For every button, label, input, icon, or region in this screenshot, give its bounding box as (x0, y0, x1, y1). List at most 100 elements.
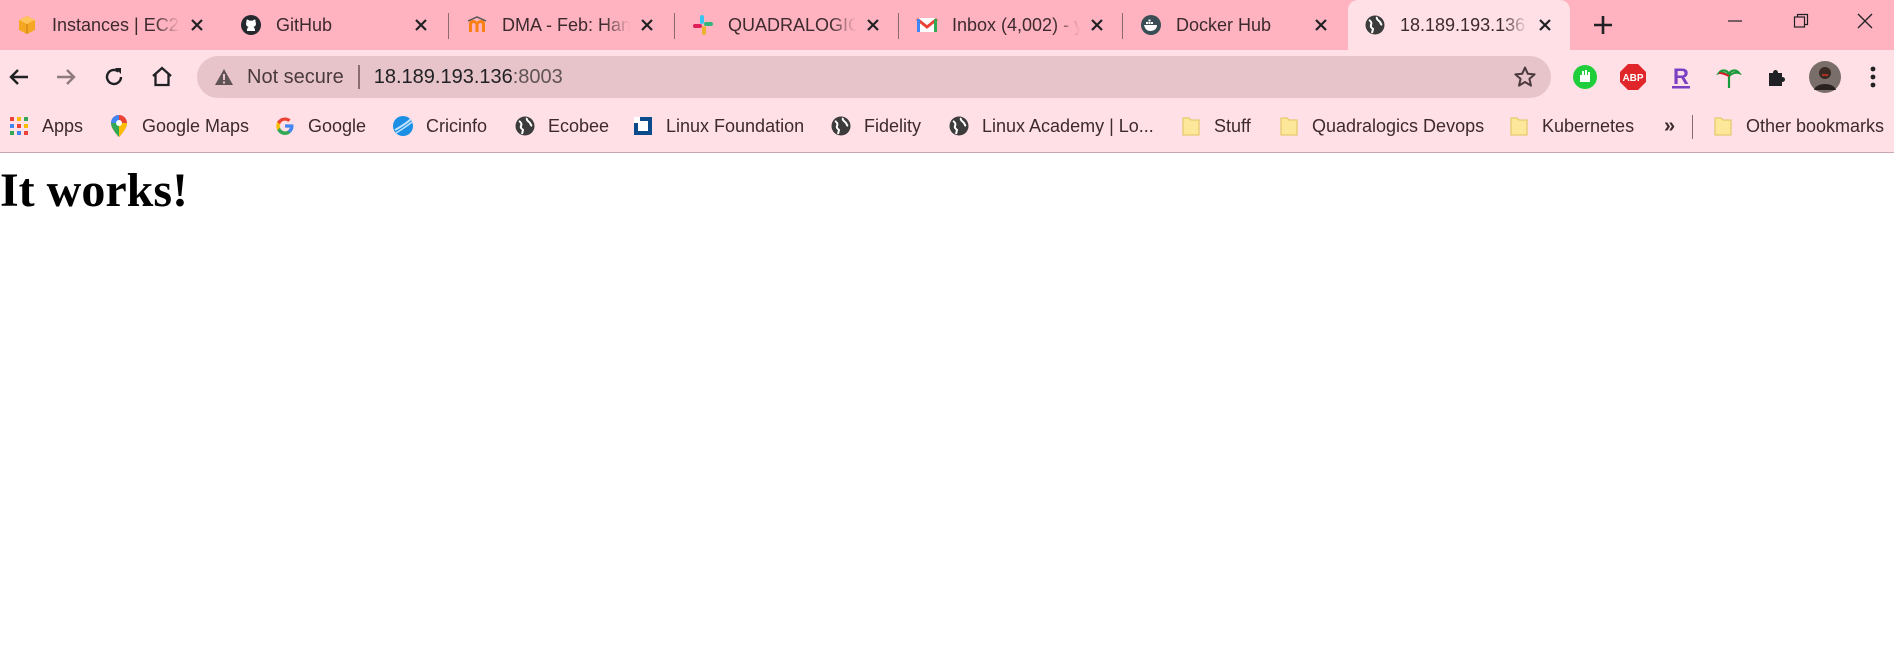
reload-icon (105, 68, 123, 86)
back-button[interactable] (1, 59, 37, 95)
bookmark-label: Ecobee (548, 115, 610, 136)
folder-icon (1508, 115, 1530, 137)
close-window-icon (1857, 13, 1873, 29)
security-status-label[interactable]: Not secure (247, 66, 344, 89)
r-extension-icon[interactable]: R (1666, 62, 1696, 92)
bookmark-label: Linux Foundation (666, 115, 805, 136)
close-icon[interactable] (636, 14, 658, 36)
tab-active-localhost[interactable]: 18.189.193.136:8 (1348, 0, 1570, 50)
reload-button[interactable] (96, 59, 132, 95)
bookmark-label: Other bookmarks (1746, 115, 1885, 136)
bookmark-linux-foundation[interactable]: Linux Foundation (632, 104, 804, 148)
close-icon[interactable] (410, 14, 432, 36)
bird-extension-icon[interactable] (1714, 62, 1744, 92)
adblock-icon[interactable]: ABP (1618, 62, 1648, 92)
tab-gmail-inbox[interactable]: Inbox (4,002) - y (900, 0, 1122, 50)
bookmark-label: Linux Academy | Lo... (982, 115, 1154, 136)
tab-github[interactable]: GitHub (224, 0, 446, 50)
tab-title: DMA - Feb: Hand (502, 14, 630, 35)
bookmark-label: Stuff (1214, 115, 1251, 136)
bookmark-apps[interactable]: Apps (8, 104, 83, 148)
globe-icon (1364, 14, 1386, 36)
bookmark-label: Google Maps (142, 115, 250, 136)
omnibox-divider (357, 65, 360, 89)
close-window-button[interactable] (1836, 0, 1894, 42)
toolbar: Not secure 18.189.193.136:8003 ABP R (0, 50, 1894, 104)
bookmarks-bar: Apps Google Maps Google Cricinfo Ecobee (0, 104, 1894, 153)
bookmark-label: Cricinfo (426, 115, 488, 136)
slack-icon (692, 14, 714, 36)
globe-icon (514, 115, 536, 137)
tab-docker-hub[interactable]: Docker Hub (1124, 0, 1346, 50)
bookmark-folder-stuff[interactable]: Stuff (1180, 104, 1251, 148)
docker-icon (1140, 14, 1162, 36)
minimize-icon (1728, 20, 1742, 22)
tab-divider (674, 13, 675, 39)
bookmark-label: Kubernetes (1542, 115, 1635, 136)
folder-icon (1712, 115, 1734, 137)
tab-divider (1122, 13, 1123, 39)
svg-text:ABP: ABP (1622, 73, 1643, 84)
linux-foundation-icon (632, 115, 654, 137)
globe-icon (948, 115, 970, 137)
bookmark-folder-quadralogics-devops[interactable]: Quadralogics Devops (1278, 104, 1484, 148)
bookmark-star-icon[interactable] (1513, 65, 1537, 89)
tab-divider (898, 13, 899, 39)
tab-title: QUADRALOGICS (728, 14, 856, 35)
puzzle-icon[interactable] (1762, 62, 1792, 92)
aws-ec2-icon (16, 14, 38, 36)
google-icon (274, 115, 296, 137)
cricinfo-icon (392, 115, 414, 137)
more-vert-icon[interactable] (1858, 62, 1888, 92)
address-bar[interactable]: Not secure 18.189.193.136:8003 (197, 56, 1551, 98)
bookmark-google-maps[interactable]: Google Maps (108, 104, 249, 148)
tab-dma[interactable]: DMA - Feb: Hand (450, 0, 672, 50)
bookmark-linux-academy[interactable]: Linux Academy | Lo... (948, 104, 1154, 148)
bookmark-google[interactable]: Google (274, 104, 366, 148)
tab-title: Docker Hub (1176, 14, 1272, 35)
forward-button[interactable] (48, 59, 84, 95)
apps-grid-icon (8, 115, 30, 137)
url-host[interactable]: 18.189.193.136 (374, 66, 513, 89)
bookmark-label: Apps (42, 115, 84, 136)
tab-divider (448, 13, 449, 39)
close-icon[interactable] (1534, 14, 1556, 36)
close-icon[interactable] (862, 14, 884, 36)
tab-title: 18.189.193.136:8 (1400, 14, 1528, 35)
warning-triangle-icon[interactable] (213, 66, 235, 88)
minimize-button[interactable] (1706, 0, 1764, 42)
home-button[interactable] (144, 59, 180, 95)
back-arrow-icon (9, 69, 28, 85)
plus-icon (1594, 16, 1612, 34)
url-port[interactable]: :8003 (513, 66, 563, 89)
bookmark-folder-kubernetes[interactable]: Kubernetes (1508, 104, 1634, 148)
globe-icon (830, 115, 852, 137)
svg-text:R: R (1673, 64, 1689, 89)
avatar[interactable] (1808, 60, 1842, 94)
tab-quadralogics[interactable]: QUADRALOGICS (676, 0, 898, 50)
close-icon[interactable] (1086, 14, 1108, 36)
home-icon (152, 66, 172, 87)
bookmarks-overflow-button[interactable]: » (1664, 104, 1675, 148)
folder-icon (1180, 115, 1202, 137)
github-icon (240, 14, 262, 36)
bookmark-ecobee[interactable]: Ecobee (514, 104, 609, 148)
maps-pin-icon (108, 115, 130, 137)
restore-button[interactable] (1772, 0, 1830, 42)
tab-title: GitHub (276, 14, 333, 35)
gmail-icon (916, 14, 938, 36)
close-icon[interactable] (1310, 14, 1332, 36)
green-hand-icon[interactable] (1570, 62, 1600, 92)
bookmark-folder-other[interactable]: Other bookmarks (1712, 104, 1884, 148)
new-tab-button[interactable] (1588, 10, 1618, 40)
moodle-icon (466, 14, 488, 36)
bookmark-fidelity[interactable]: Fidelity (830, 104, 921, 148)
tab-strip: Instances | EC2 M GitHub DMA - Feb: Hand (0, 0, 1894, 50)
tab-ec2-instances[interactable]: Instances | EC2 M (0, 0, 222, 50)
tab-title: Inbox (4,002) - y (952, 14, 1080, 35)
bookmark-label: Quadralogics Devops (1312, 115, 1485, 136)
close-icon[interactable] (186, 14, 208, 36)
page-content: It works! (0, 153, 1894, 646)
bookmark-cricinfo[interactable]: Cricinfo (392, 104, 487, 148)
forward-arrow-icon (57, 69, 76, 85)
